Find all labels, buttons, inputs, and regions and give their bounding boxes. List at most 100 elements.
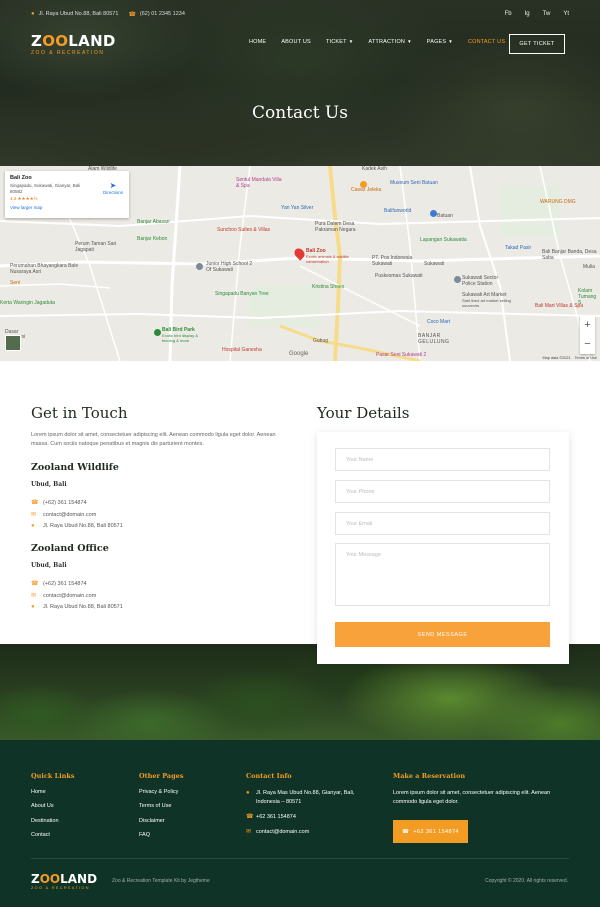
mail-icon: ✉ bbox=[31, 593, 37, 599]
footer-credit: Zoo & Recreation Template Kit by Jegthem… bbox=[112, 878, 210, 884]
chevron-down-icon: ▼ bbox=[407, 39, 412, 44]
phone-icon: ☎ bbox=[246, 814, 254, 820]
map-label: Perum Taman Sari Jagapati bbox=[75, 241, 117, 253]
office-city: Ubud, Bali bbox=[31, 562, 67, 569]
chevron-down-icon: ▼ bbox=[448, 39, 453, 44]
reservation-call-button[interactable]: ☎ +62 361 154874 bbox=[393, 820, 468, 843]
phone-icon: ☎ bbox=[402, 828, 410, 835]
social-links: Fb Ig Tw Yt bbox=[505, 11, 569, 17]
view-larger-map-link[interactable]: View larger map bbox=[10, 205, 124, 210]
map-label: Lapangan Sukawatia bbox=[420, 237, 467, 243]
site-logo[interactable]: ZOOLAND ZOO & RECREATION bbox=[31, 34, 116, 57]
map-label: Gubug bbox=[313, 338, 329, 344]
map-label: Bali Mart Villas & Spa bbox=[535, 303, 583, 309]
map-terms-link[interactable]: Terms of Use bbox=[575, 356, 597, 360]
map-label: Singapadu Banyan Tree bbox=[215, 291, 269, 297]
police-pin-icon bbox=[454, 276, 461, 283]
map-label: Junior High School 2 Of Sukawati bbox=[206, 261, 253, 273]
social-instagram-link[interactable]: Ig bbox=[525, 11, 530, 17]
map-label: Exotic bird display & feeding & more bbox=[162, 333, 199, 343]
place-pin-icon bbox=[430, 210, 437, 217]
message-textarea[interactable]: Your Message bbox=[335, 543, 550, 606]
nav-about-us[interactable]: ABOUT US bbox=[281, 39, 311, 45]
map-zoom-controls: + − bbox=[580, 316, 595, 354]
map-label: Sunchoo Suites & Villas bbox=[217, 227, 270, 233]
footer-copyright: Copyright © 2020. All rights reserved. bbox=[485, 878, 568, 884]
nav-pages[interactable]: PAGES ▼ bbox=[427, 39, 453, 45]
site-footer: Quick Links Home About Us Destination Co… bbox=[0, 740, 600, 907]
footer-contact-info: Contact Info ● Jl. Raya Mas Ubud No.88, G… bbox=[246, 772, 376, 843]
hero-header: ● Jl. Raya Ubud No.88, Bali 80571 ☎ (62) 0… bbox=[0, 0, 600, 166]
office-email[interactable]: ✉ contact@domain.com bbox=[31, 511, 96, 519]
map-label: Sentul Mandala Villa & Spa bbox=[236, 177, 282, 189]
location-pin-icon: ● bbox=[31, 11, 35, 17]
send-message-button[interactable]: SEND MESSAGE bbox=[335, 622, 550, 647]
footer-email[interactable]: ✉ contact@domain.com bbox=[246, 828, 376, 837]
embedded-map[interactable]: Bali Zoo Singapadu, Sukawati, Gianyar, B… bbox=[0, 166, 600, 361]
footer-logo[interactable]: ZOOLAND ZOO & RECREATION bbox=[31, 873, 97, 890]
page-title: Contact Us bbox=[252, 103, 348, 123]
map-place-card: Bali Zoo Singapadu, Sukawati, Gianyar, B… bbox=[5, 171, 129, 218]
map-label: Perumahan Bhayangkara Bale Nusaraya Asri bbox=[10, 263, 79, 275]
map-card-rating: 4.3 ★★★★½ bbox=[10, 196, 38, 201]
map-footer: Map data ©2021 Terms of Use bbox=[542, 356, 597, 360]
footer-link-destination[interactable]: Destination bbox=[31, 818, 75, 824]
main-nav: HOME ABOUT US TICKET ▼ ATTRACTION ▼ PAGES ▼… bbox=[249, 39, 520, 45]
social-facebook-link[interactable]: Fb bbox=[505, 11, 512, 17]
footer-link-home[interactable]: Home bbox=[31, 789, 75, 795]
email-input[interactable]: Your Email bbox=[335, 512, 550, 535]
nav-attraction[interactable]: ATTRACTION ▼ bbox=[368, 39, 411, 45]
contact-form: Your Name Your Phone Your Email Your Mes… bbox=[317, 432, 569, 664]
map-label: Alam Wildlife bbox=[88, 166, 117, 172]
footer-address: ● Jl. Raya Mas Ubud No.88, Gianyar, Bali,… bbox=[246, 790, 355, 805]
park-pin-icon bbox=[154, 329, 161, 336]
map-label: Cawar Jeleka bbox=[351, 187, 382, 193]
your-details-heading: Your Details bbox=[317, 404, 410, 422]
get-ticket-button[interactable]: GET TICKET bbox=[509, 34, 565, 54]
social-twitter-link[interactable]: Tw bbox=[543, 11, 551, 17]
zoom-in-button[interactable]: + bbox=[580, 316, 595, 335]
map-label: Banjar Kebon bbox=[137, 236, 168, 242]
map-label: Hospital Ganesha bbox=[222, 347, 262, 353]
map-label: Yan Yan Silver bbox=[281, 205, 314, 211]
map-label: Balifunworld bbox=[384, 208, 412, 214]
location-pin-icon: ● bbox=[31, 523, 35, 529]
map-label: WARUNG DMG bbox=[540, 199, 576, 205]
google-logo: Google bbox=[289, 351, 309, 357]
satellite-toggle[interactable] bbox=[5, 335, 21, 351]
nav-contact-us[interactable]: CONTACT US bbox=[468, 39, 505, 45]
map-label: PT. Pos Indonesia Sukawati bbox=[372, 255, 413, 267]
map-label: Kadek Asih bbox=[362, 166, 388, 172]
footer-reservation: Make a Reservation Lorem ipsum dolor sit… bbox=[393, 772, 565, 843]
footer-phone: ☎ +62 361 154874 bbox=[246, 814, 296, 820]
zoom-out-button[interactable]: − bbox=[580, 335, 595, 354]
school-pin-icon bbox=[196, 263, 203, 270]
map-label: Bali Banjar Banda, Desa Saba bbox=[542, 249, 597, 261]
logo-tagline: ZOO & RECREATION bbox=[31, 50, 105, 56]
map-label: Banjar Abasan bbox=[137, 219, 170, 225]
footer-link-faq[interactable]: FAQ bbox=[139, 832, 183, 838]
mail-icon: ✉ bbox=[31, 512, 37, 518]
map-label: BANJAR GELULUNG bbox=[418, 333, 450, 345]
footer-link-privacy[interactable]: Privacy & Policy bbox=[139, 789, 183, 795]
top-bar: ● Jl. Raya Ubud No.88, Bali 80571 ☎ (62) 0… bbox=[31, 8, 569, 20]
chevron-down-icon: ▼ bbox=[348, 39, 354, 44]
nav-ticket[interactable]: TICKET ▼ bbox=[326, 39, 353, 45]
footer-link-terms[interactable]: Terms of Use bbox=[139, 803, 183, 809]
location-pin-icon: ● bbox=[246, 790, 250, 796]
map-label: Exotic animals & wildlife conservation bbox=[306, 254, 349, 264]
map-label: Mulia bbox=[583, 264, 595, 270]
footer-link-disclaimer[interactable]: Disclaimer bbox=[139, 818, 183, 824]
name-input[interactable]: Your Name bbox=[335, 448, 550, 471]
map-label: Seni bbox=[10, 280, 21, 286]
directions-button[interactable]: ➤ Directions bbox=[103, 181, 123, 195]
footer-link-contact[interactable]: Contact bbox=[31, 832, 75, 838]
map-label: Kerta Waringin Jagaduta bbox=[0, 300, 55, 306]
office-email[interactable]: ✉ contact@domain.com bbox=[31, 592, 96, 600]
phone-input[interactable]: Your Phone bbox=[335, 480, 550, 503]
footer-quick-links: Quick Links Home About Us Destination Co… bbox=[31, 772, 75, 839]
map-label: Sukawati Sector Police Station bbox=[462, 275, 499, 287]
social-youtube-link[interactable]: Yt bbox=[563, 11, 569, 17]
footer-link-about[interactable]: About Us bbox=[31, 803, 75, 809]
nav-home[interactable]: HOME bbox=[249, 39, 266, 45]
